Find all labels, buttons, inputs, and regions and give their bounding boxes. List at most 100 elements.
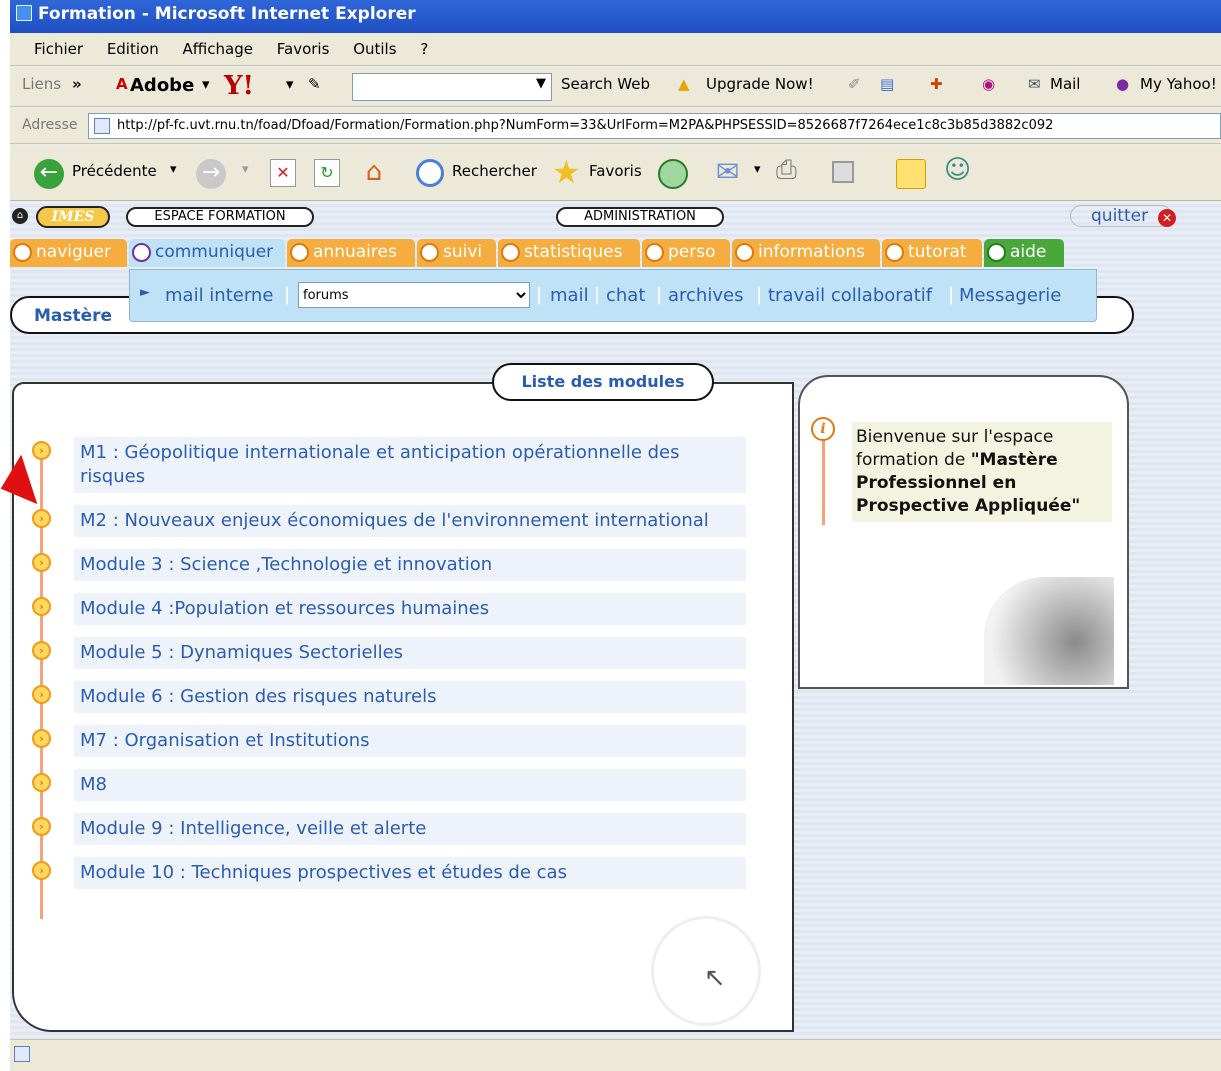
favorites-button[interactable]: Favoris <box>589 162 642 180</box>
bullet-arrow-icon: › <box>32 553 51 572</box>
module-link[interactable]: M8 <box>74 769 746 801</box>
info-icon: i <box>811 417 835 441</box>
tab-annuaires[interactable]: annuaires <box>287 239 415 267</box>
info-icon <box>735 243 754 262</box>
person-icon <box>645 243 664 262</box>
dollar-icon <box>420 243 439 262</box>
module-link[interactable]: Module 9 : Intelligence, veille et alert… <box>74 813 746 845</box>
mouse-cursor-icon: ↖ <box>704 963 726 993</box>
tab-informations[interactable]: informations <box>732 239 880 267</box>
imes-logo[interactable]: IMES <box>36 206 110 228</box>
mail-dropdown-icon[interactable]: ▾ <box>754 162 761 177</box>
tab-suivi[interactable]: suivi <box>417 239 496 267</box>
forums-select[interactable]: forums <box>298 282 530 308</box>
bullet-arrow-icon: › <box>32 641 51 660</box>
back-dropdown-icon[interactable]: ▾ <box>170 162 177 177</box>
adobe-icon[interactable]: A <box>116 75 128 93</box>
messenger-people-icon[interactable]: ☺ <box>944 155 971 185</box>
page-icon <box>94 118 110 134</box>
search-icon[interactable] <box>416 159 444 187</box>
mail-tool-icon[interactable]: ✉ <box>716 155 739 188</box>
module-link[interactable]: M2 : Nouveaux enjeux économiques de l'en… <box>74 505 746 537</box>
module-link[interactable]: Module 4 :Population et ressources humai… <box>74 593 746 625</box>
stop-icon[interactable]: ✕ <box>270 159 296 187</box>
bookmark-icon[interactable]: ✚ <box>930 75 943 93</box>
my-yahoo-button[interactable]: My Yahoo! <box>1140 75 1217 93</box>
back-arrow-icon[interactable]: ← <box>34 159 64 189</box>
mail-button[interactable]: Mail <box>1050 75 1080 93</box>
search-button[interactable]: Rechercher <box>452 162 537 180</box>
welcome-panel: i Bienvenue sur l'espace formation de "M… <box>798 375 1129 689</box>
menu-edition[interactable]: Edition <box>107 40 159 58</box>
menu-bar: Fichier Edition Affichage Favoris Outils… <box>10 33 1221 66</box>
close-icon[interactable]: ✕ <box>1158 209 1176 227</box>
favorites-star-icon[interactable]: ★ <box>552 153 581 191</box>
forward-arrow-icon[interactable]: → <box>196 159 226 189</box>
pencil-tool-icon[interactable]: ✐ <box>848 75 861 93</box>
tab-naviguer[interactable]: naviguer <box>10 239 127 267</box>
tab-tutorat[interactable]: tutorat <box>882 239 982 267</box>
list-item: › M2 : Nouveaux enjeux économiques de l'e… <box>32 505 752 549</box>
module-link[interactable]: Module 10 : Techniques prospectives et é… <box>74 857 746 889</box>
my-yahoo-icon: ● <box>1116 75 1130 93</box>
print-icon[interactable]: ⎙ <box>776 155 797 186</box>
module-link[interactable]: Module 3 : Science ,Technologie et innov… <box>74 549 746 581</box>
list-item: › Module 10 : Techniques prospectives et … <box>32 857 752 901</box>
list-item: › Module 9 : Intelligence, veille et aler… <box>32 813 752 857</box>
module-link[interactable]: M1 : Géopolitique internationale et anti… <box>74 437 746 493</box>
tab-aide[interactable]: aide <box>984 239 1064 267</box>
notes-icon[interactable] <box>896 159 926 189</box>
page-title: Mastère <box>34 306 113 326</box>
tab-perso[interactable]: perso <box>642 239 730 267</box>
refresh-icon[interactable]: ↻ <box>314 159 340 187</box>
history-icon[interactable] <box>658 159 688 189</box>
list-item: › Module 3 : Science ,Technologie et inno… <box>32 549 752 593</box>
mail-link[interactable]: mail <box>550 285 589 306</box>
browser-window: Formation - Microsoft Internet Explorer … <box>10 0 1221 1071</box>
yahoo-logo-button[interactable]: Y! <box>224 71 254 101</box>
address-input[interactable]: http://pf-fc.uvt.rnu.tn/foad/Dfoad/Forma… <box>88 113 1221 139</box>
module-link[interactable]: Module 5 : Dynamiques Sectorielles <box>74 637 746 669</box>
search-web-button[interactable]: Search Web <box>561 75 650 93</box>
back-button[interactable]: Précédente <box>72 162 157 180</box>
bullet-arrow-icon: › <box>32 861 51 880</box>
menu-help[interactable]: ? <box>420 40 428 58</box>
adobe-dropdown-icon[interactable]: ▾ <box>202 75 210 93</box>
menu-affichage[interactable]: Affichage <box>183 40 253 58</box>
travail-collaboratif-link[interactable]: travail collaboratif <box>768 285 932 306</box>
edit-icon[interactable] <box>832 161 854 183</box>
form-icon[interactable]: ▤ <box>880 75 894 93</box>
arrow-icon: ► <box>140 285 150 300</box>
page-status-icon <box>14 1046 30 1062</box>
bullet-arrow-icon: › <box>32 509 51 528</box>
tab-statistiques[interactable]: statistiques <box>498 239 640 267</box>
yahoo-search-input[interactable] <box>352 73 552 101</box>
search-dropdown-icon[interactable]: ▼ <box>536 76 546 91</box>
links-label[interactable]: Liens <box>22 75 61 93</box>
messenger-icon[interactable]: ◉ <box>982 75 995 93</box>
home-icon[interactable]: ⌂ <box>358 157 390 189</box>
upgrade-button[interactable]: Upgrade Now! <box>706 75 814 93</box>
list-item: › Module 5 : Dynamiques Sectorielles <box>32 637 752 681</box>
chat-link[interactable]: chat <box>606 285 645 306</box>
tab-communiquer[interactable]: communiquer <box>129 239 285 267</box>
administration-link[interactable]: ADMINISTRATION <box>556 207 724 227</box>
espace-formation-link[interactable]: ESPACE FORMATION <box>126 207 314 227</box>
menu-fichier[interactable]: Fichier <box>34 40 83 58</box>
bullet-arrow-icon: › <box>32 729 51 748</box>
module-link[interactable]: Module 6 : Gestion des risques naturels <box>74 681 746 713</box>
yahoo-dropdown-icon[interactable]: ▾ <box>286 75 294 93</box>
menu-favoris[interactable]: Favoris <box>277 40 330 58</box>
menu-outils[interactable]: Outils <box>353 40 396 58</box>
home-icon[interactable]: ⌂ <box>12 208 28 224</box>
adobe-button[interactable]: Adobe <box>130 75 194 96</box>
mail-interne-link[interactable]: mail interne <box>165 285 273 306</box>
list-item: › M7 : Organisation et Institutions <box>32 725 752 769</box>
pencil-icon[interactable]: ✎ <box>308 75 321 93</box>
bullet-arrow-icon: › <box>32 441 51 460</box>
module-link[interactable]: M7 : Organisation et Institutions <box>74 725 746 757</box>
forward-dropdown-icon[interactable]: ▾ <box>242 162 249 177</box>
messagerie-link[interactable]: Messagerie <box>959 285 1061 306</box>
archives-link[interactable]: archives <box>668 285 743 306</box>
quit-link[interactable]: quitter <box>1070 205 1172 227</box>
